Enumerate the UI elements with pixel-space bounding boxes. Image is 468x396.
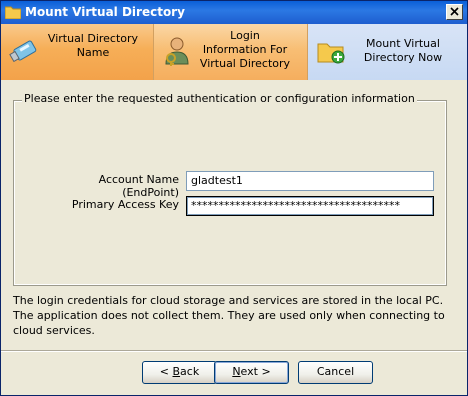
step-mount-virtual-directory-now[interactable]: Mount Virtual Directory Now bbox=[308, 24, 467, 80]
folder-add-icon bbox=[317, 43, 345, 64]
primary-access-key-input[interactable]: ************************************** bbox=[186, 196, 434, 216]
credentials-note: The login credentials for cloud storage … bbox=[13, 294, 445, 337]
account-name-input[interactable]: gladtest1 bbox=[186, 171, 434, 191]
back-prefix: < bbox=[159, 365, 173, 378]
back-button[interactable]: < Back bbox=[142, 361, 217, 384]
step-label-line: Name bbox=[76, 46, 110, 59]
step-label-line: Mount Virtual bbox=[366, 37, 440, 50]
wizard-steps: Virtual Directory Name Login Information… bbox=[1, 24, 467, 80]
back-rest: ack bbox=[180, 365, 200, 378]
window-title: Mount Virtual Directory bbox=[25, 5, 185, 19]
usb-drive-icon bbox=[9, 40, 37, 63]
cancel-button[interactable]: Cancel bbox=[298, 361, 373, 384]
step-label-line: Virtual Directory bbox=[199, 57, 291, 70]
next-button[interactable]: Next > bbox=[214, 361, 289, 384]
step-label-line: Login bbox=[230, 29, 260, 42]
groupbox-legend: Please enter the requested authenticatio… bbox=[22, 92, 417, 105]
folder-icon bbox=[5, 6, 21, 19]
step-label-line: Directory Now bbox=[363, 51, 443, 64]
primary-access-key-label: Primary Access Key bbox=[71, 198, 179, 211]
button-separator bbox=[1, 350, 467, 352]
step-login-information[interactable]: Login Information For Virtual Directory bbox=[154, 24, 308, 80]
next-mnemonic: N bbox=[232, 365, 241, 378]
back-mnemonic: B bbox=[172, 365, 181, 378]
account-name-label: Account Name (EndPoint) bbox=[98, 173, 179, 199]
step-virtual-directory-name[interactable]: Virtual Directory Name bbox=[1, 24, 154, 80]
step-label-line: Virtual Directory bbox=[47, 32, 139, 45]
next-rest: ext > bbox=[240, 365, 271, 378]
close-icon bbox=[450, 7, 459, 16]
close-button[interactable] bbox=[446, 4, 463, 20]
step-label-line: Information For bbox=[202, 43, 288, 56]
title-bar[interactable]: Mount Virtual Directory bbox=[1, 1, 467, 24]
mount-virtual-directory-dialog: Mount Virtual Directory Virtual Director… bbox=[0, 0, 468, 396]
